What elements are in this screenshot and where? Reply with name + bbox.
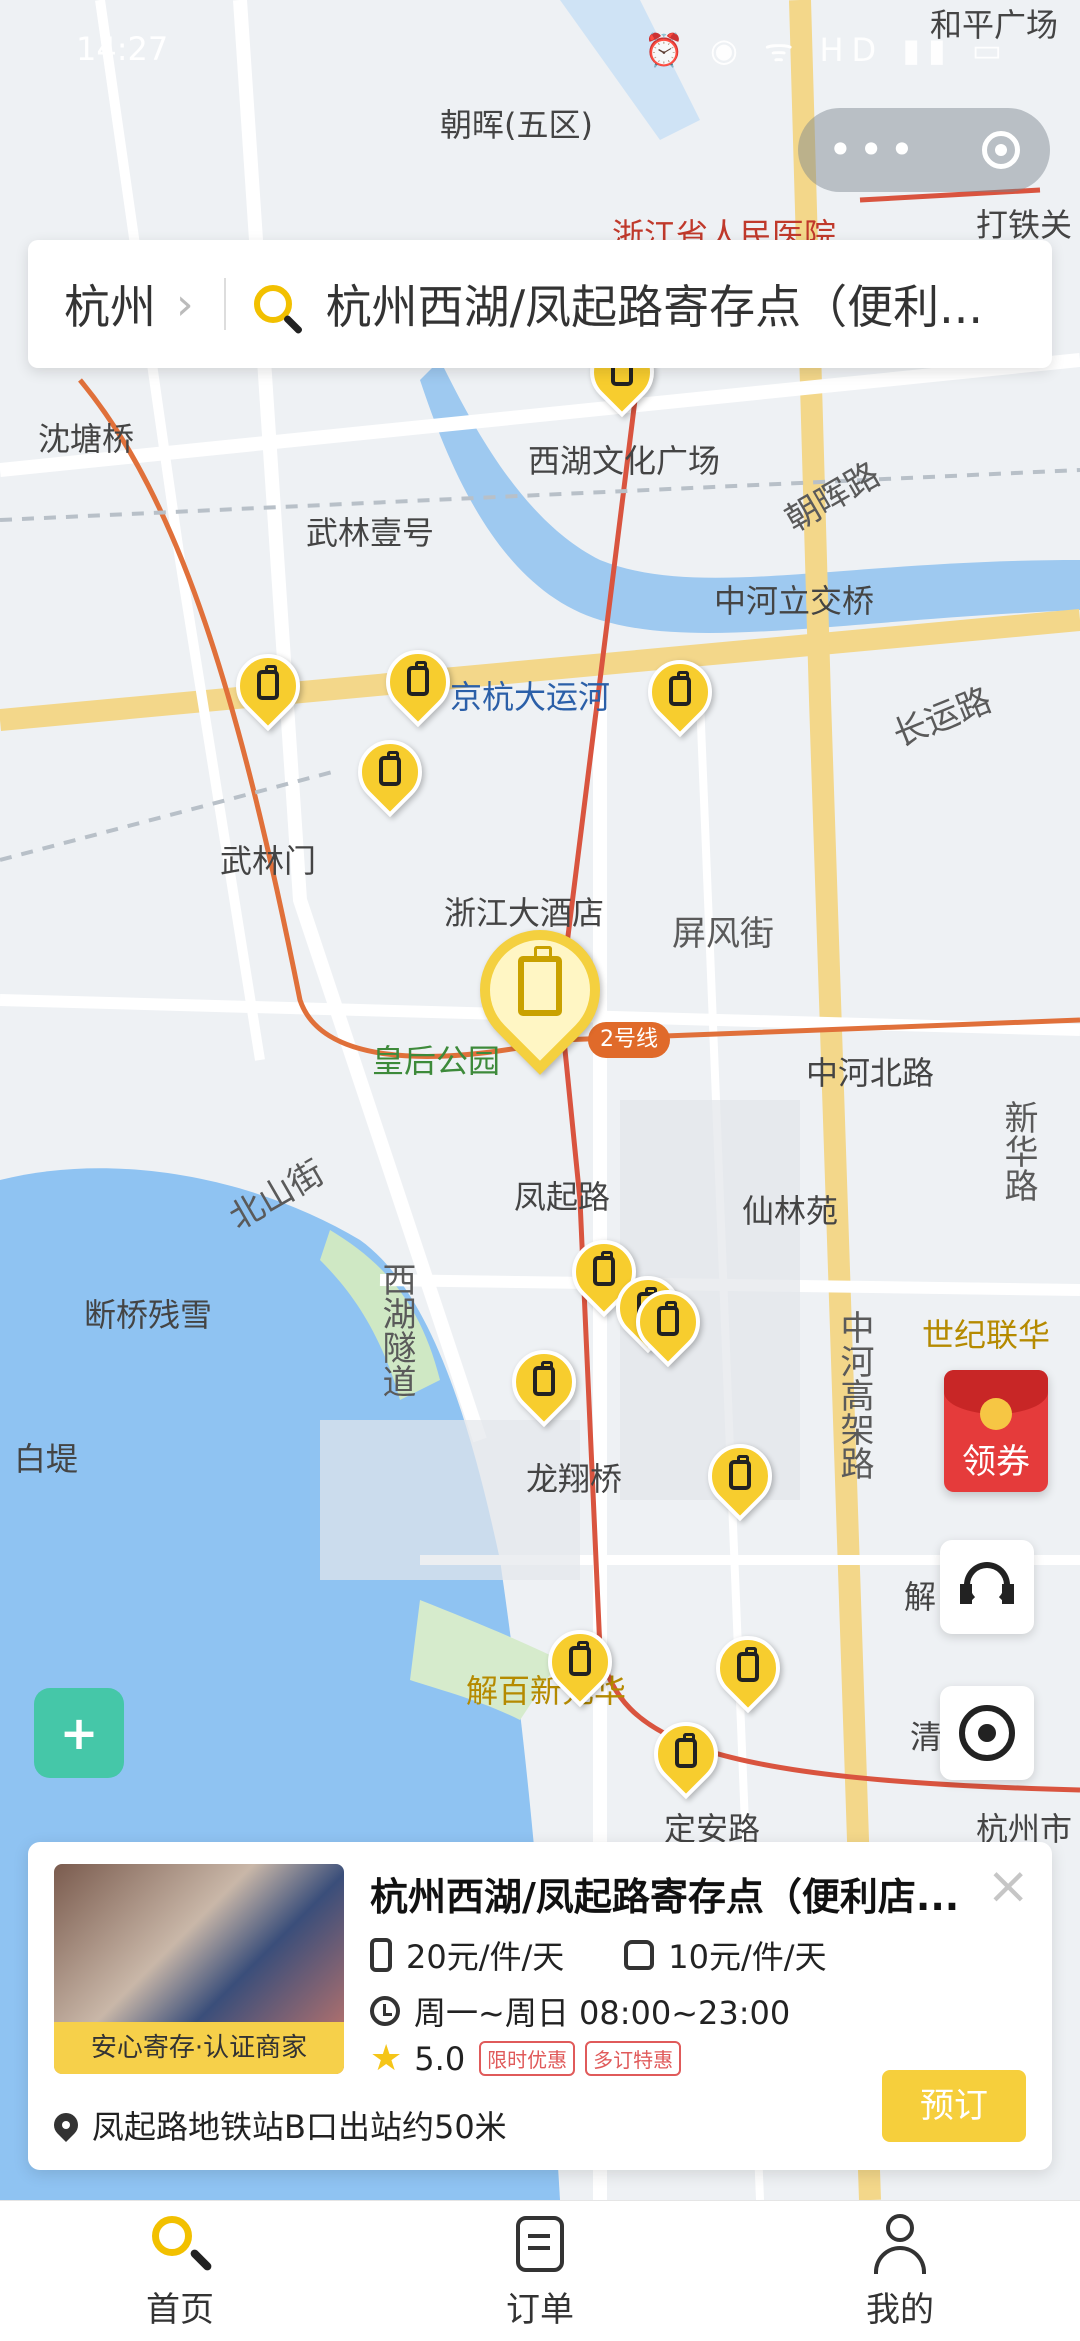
promo-tag: 多订特惠 — [585, 2041, 682, 2076]
more-menu-icon[interactable]: ••• — [828, 129, 920, 171]
store-address: 凤起路地铁站B口出站约50米 — [92, 2108, 507, 2146]
promo-tag: 限时优惠 — [479, 2041, 576, 2076]
storage-pin[interactable] — [344, 726, 436, 824]
price-row: 20元/件/天 10元/件/天 — [370, 1932, 827, 1978]
map-label-zhonghe-north: 中河北路 — [806, 1054, 935, 1092]
status-bar: 14:27 ⏰ ◉ ᯤ HD ▮▮ ▭ — [0, 0, 1080, 100]
store-thumbnail[interactable]: 安心寄存·认证商家 — [54, 1864, 344, 2074]
chevron-right-icon: › — [176, 278, 194, 330]
user-icon — [868, 2212, 932, 2276]
locate-button[interactable] — [940, 1686, 1034, 1780]
address-row: 凤起路地铁站B口出站约50米 — [49, 2102, 507, 2148]
map-label-zhonghe-elevated: 中河高架路 — [834, 1310, 874, 1480]
star-icon: ★ — [370, 2038, 403, 2079]
tab-profile[interactable]: 我的 — [720, 2201, 1080, 2341]
map-label-duanqiao: 断桥残雪 — [84, 1296, 213, 1334]
bottom-tab-bar: 首页 订单 我的 — [0, 2200, 1080, 2341]
status-time: 14:27 — [76, 30, 169, 68]
storage-pin[interactable] — [640, 1708, 732, 1806]
map-label-century-lianhua: 世纪联华 — [922, 1316, 1051, 1354]
storage-pin[interactable] — [634, 646, 726, 744]
safety-shield-button[interactable]: + — [34, 1688, 124, 1778]
search-input[interactable]: 杭州西湖/凤起路寄存点（便利... — [326, 271, 1006, 337]
map-label-xianlin-yuan: 仙林苑 — [742, 1192, 839, 1230]
map-label-zhonghe-bridge: 中河立交桥 — [714, 582, 875, 620]
storage-pin[interactable] — [702, 1622, 794, 1720]
storage-pin[interactable] — [694, 1430, 786, 1528]
status-icons: ⏰ ◉ ᯤ HD ▮▮ ▭ — [644, 31, 1010, 69]
map-label-fengqi-road: 凤起路 — [514, 1178, 611, 1216]
map-label-culture-square: 西湖文化广场 — [528, 442, 721, 480]
map-label-wulin-yihao: 武林壹号 — [306, 514, 435, 552]
map-label-qing: 清 — [910, 1718, 943, 1756]
search-home-icon — [148, 2212, 212, 2276]
clock-icon — [370, 1996, 400, 2026]
divider — [223, 278, 226, 330]
luggage-icon — [370, 1938, 392, 1972]
location-pin-icon — [49, 2108, 83, 2142]
search-icon — [253, 285, 292, 323]
miniprogram-capsule: ••• — [798, 108, 1050, 192]
tab-orders[interactable]: 订单 — [360, 2201, 720, 2341]
locate-icon — [959, 1705, 1015, 1761]
map-label-xihu-tunnel: 西湖隧道 — [376, 1262, 416, 1398]
bag-icon — [624, 1940, 655, 1970]
metro-line2-badge: 2号线 — [588, 1022, 670, 1058]
hours-row: 周一~周日 08:00~23:00 — [370, 1988, 790, 2034]
coupon-button[interactable]: 领券 — [944, 1370, 1048, 1492]
close-icon[interactable]: × — [986, 1860, 1030, 1912]
map-label-longxiang-bridge: 龙翔桥 — [526, 1460, 623, 1498]
selected-storage-pin[interactable] — [455, 905, 625, 1090]
city-selector[interactable]: 杭州 — [64, 271, 156, 337]
shield-plus-icon: + — [59, 1706, 99, 1760]
storage-pin[interactable] — [622, 1276, 714, 1374]
tab-label: 我的 — [866, 2289, 934, 2330]
map-label-grand-canal: 京杭大运河 — [450, 678, 611, 716]
close-miniprogram-icon[interactable] — [982, 131, 1020, 169]
rating-row: ★ 5.0 限时优惠 多订特惠 — [370, 2038, 682, 2079]
book-button[interactable]: 预订 — [882, 2070, 1026, 2142]
map-label-zhejiang-hotel: 浙江大酒店 — [444, 894, 605, 932]
headset-icon — [960, 1562, 1014, 1612]
search-bar[interactable]: 杭州 › 杭州西湖/凤起路寄存点（便利... — [28, 240, 1052, 368]
customer-service-button[interactable] — [940, 1540, 1034, 1634]
tab-label: 首页 — [146, 2289, 214, 2330]
store-card[interactable]: 安心寄存·认证商家 杭州西湖/凤起路寄存点（便利店... × 20元/件/天 1… — [28, 1842, 1052, 2170]
price-large-luggage: 20元/件/天 — [406, 1938, 565, 1976]
map-label-zhaohui: 朝晖(五区) — [440, 106, 593, 144]
price-small-bag: 10元/件/天 — [668, 1938, 827, 1976]
coupon-label: 领券 — [962, 1442, 1030, 1482]
storage-pin[interactable] — [534, 1616, 626, 1714]
map-label-xinhua-road: 新华路 — [998, 1100, 1038, 1202]
storage-pin[interactable] — [372, 636, 464, 734]
map-label-shentangqiao: 沈塘桥 — [38, 420, 135, 458]
storage-pin[interactable] — [498, 1336, 590, 1434]
map-label-pingfeng-street: 屏风街 — [672, 914, 774, 954]
order-icon — [508, 2212, 572, 2276]
map-label-jie: 解 — [904, 1578, 937, 1616]
tab-label: 订单 — [506, 2289, 574, 2330]
map-label-wulinmen: 武林门 — [220, 842, 317, 880]
envelope-seal-icon — [980, 1398, 1012, 1430]
storage-pin[interactable] — [222, 640, 314, 738]
rating-value: 5.0 — [414, 2039, 466, 2078]
tab-home[interactable]: 首页 — [0, 2201, 360, 2341]
store-title: 杭州西湖/凤起路寄存点（便利店... — [370, 1875, 960, 1919]
map-label-baidi: 白堤 — [14, 1440, 79, 1478]
certified-badge: 安心寄存·认证商家 — [54, 2022, 344, 2074]
business-hours: 周一~周日 08:00~23:00 — [414, 1994, 791, 2032]
